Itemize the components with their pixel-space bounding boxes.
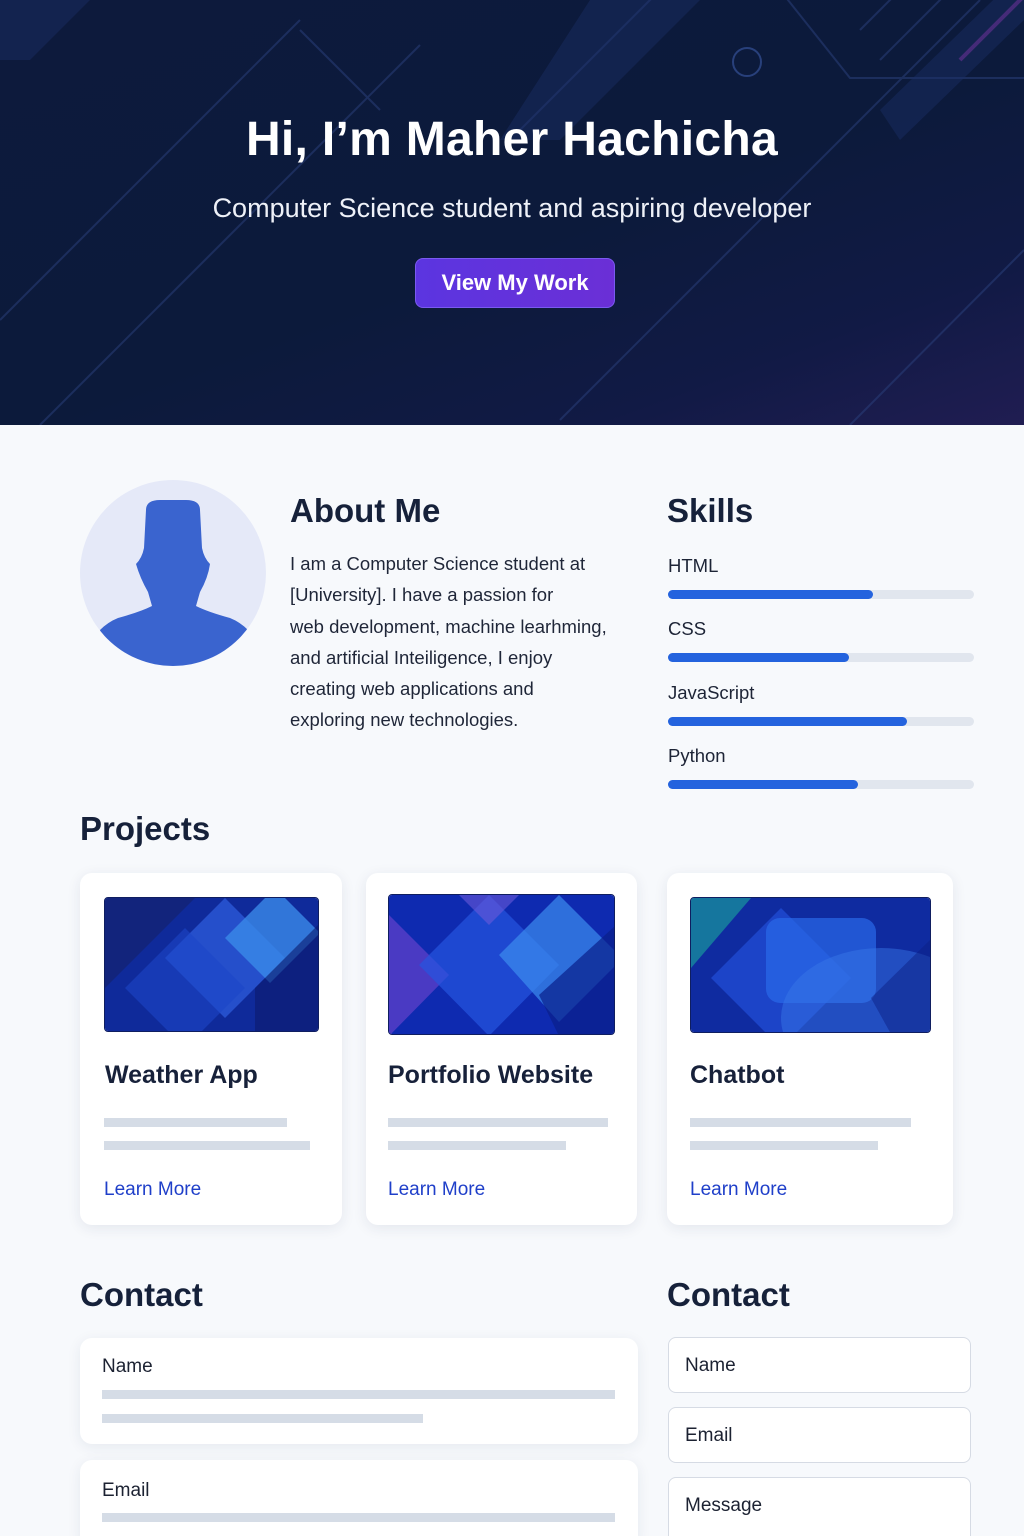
project-title: Weather App — [105, 1061, 258, 1089]
about-line: I am a Computer Science student at — [290, 553, 586, 574]
project-card-chatbot: Chatbot Learn More — [667, 873, 953, 1225]
skill-bar-fill — [668, 590, 874, 599]
skill-label: CSS — [668, 618, 707, 639]
placeholder-line — [102, 1390, 615, 1399]
contact-heading-right: Contact — [667, 1276, 790, 1313]
skill-bar-track — [668, 590, 974, 599]
about-heading: About Me — [290, 492, 441, 529]
skill-label: HTML — [668, 555, 719, 576]
email-input-placeholder: Email — [685, 1425, 733, 1446]
placeholder-line — [102, 1513, 615, 1522]
project-card-portfolio-website: Portfolio Website Learn More — [366, 873, 637, 1225]
hero-title: Hi, I’m Maher Hachicha — [245, 113, 779, 166]
skill-bar-fill — [668, 653, 849, 662]
project-thumbnail — [388, 894, 615, 1035]
skill-javascript: JavaScript — [668, 682, 974, 726]
skill-bar-track — [668, 653, 974, 662]
about-line: exploring new technologies. — [290, 709, 519, 731]
about-line: and artificial Inteiligence, I enjoy — [290, 646, 553, 668]
about-line: [University]. I have a passion for — [290, 584, 554, 606]
message-textarea[interactable]: Message — [668, 1477, 971, 1536]
projects-heading: Projects — [80, 810, 211, 847]
avatar — [80, 480, 266, 666]
placeholder-line — [104, 1118, 287, 1127]
name-field-card[interactable]: Name — [80, 1338, 638, 1444]
placeholder-line — [388, 1118, 608, 1127]
user-silhouette-icon — [100, 500, 248, 666]
about-line: creating web applications and — [290, 678, 534, 700]
email-field-card[interactable]: Email — [80, 1460, 638, 1536]
project-title: Chatbot — [690, 1061, 785, 1089]
message-textarea-placeholder: Message — [685, 1495, 763, 1516]
skill-html: HTML — [668, 555, 974, 599]
about-line: web development, machine learhming, — [290, 615, 607, 637]
email-input[interactable]: Email — [668, 1407, 971, 1463]
hero-section: Hi, I’m Maher Hachicha Computer Science … — [0, 0, 1024, 425]
skill-css: CSS — [668, 618, 974, 662]
name-field-label: Name — [102, 1356, 153, 1377]
email-field-label: Email — [102, 1480, 150, 1501]
project-thumbnail — [104, 897, 319, 1032]
skill-python: Python — [668, 745, 974, 789]
placeholder-line — [388, 1141, 566, 1150]
project-thumbnail — [690, 897, 931, 1033]
skill-label: Python — [668, 745, 726, 766]
placeholder-line — [104, 1141, 310, 1150]
skill-label: JavaScript — [668, 682, 755, 703]
placeholder-line — [102, 1414, 423, 1423]
skill-bar-fill — [668, 717, 907, 726]
project-card-weather-app: Weather App Learn More — [80, 873, 342, 1225]
placeholder-line — [690, 1141, 878, 1150]
learn-more-link[interactable]: Learn More — [104, 1179, 201, 1201]
skill-bar-track — [668, 780, 974, 789]
skill-bar-fill — [668, 780, 858, 789]
hero-subtitle: Computer Science student and aspiring de… — [212, 193, 812, 223]
skill-bar-track — [668, 717, 974, 726]
view-my-work-button[interactable]: View My Work — [415, 258, 615, 308]
placeholder-line — [690, 1118, 911, 1127]
name-input-placeholder: Name — [685, 1355, 736, 1376]
contact-heading-left: Contact — [80, 1276, 203, 1313]
project-title: Portfolio Website — [388, 1061, 594, 1089]
learn-more-link[interactable]: Learn More — [690, 1179, 787, 1201]
name-input[interactable]: Name — [668, 1337, 971, 1393]
learn-more-link[interactable]: Learn More — [388, 1179, 485, 1201]
skills-heading: Skills — [667, 492, 754, 529]
about-text: I am a Computer Science student at [Univ… — [290, 548, 640, 736]
